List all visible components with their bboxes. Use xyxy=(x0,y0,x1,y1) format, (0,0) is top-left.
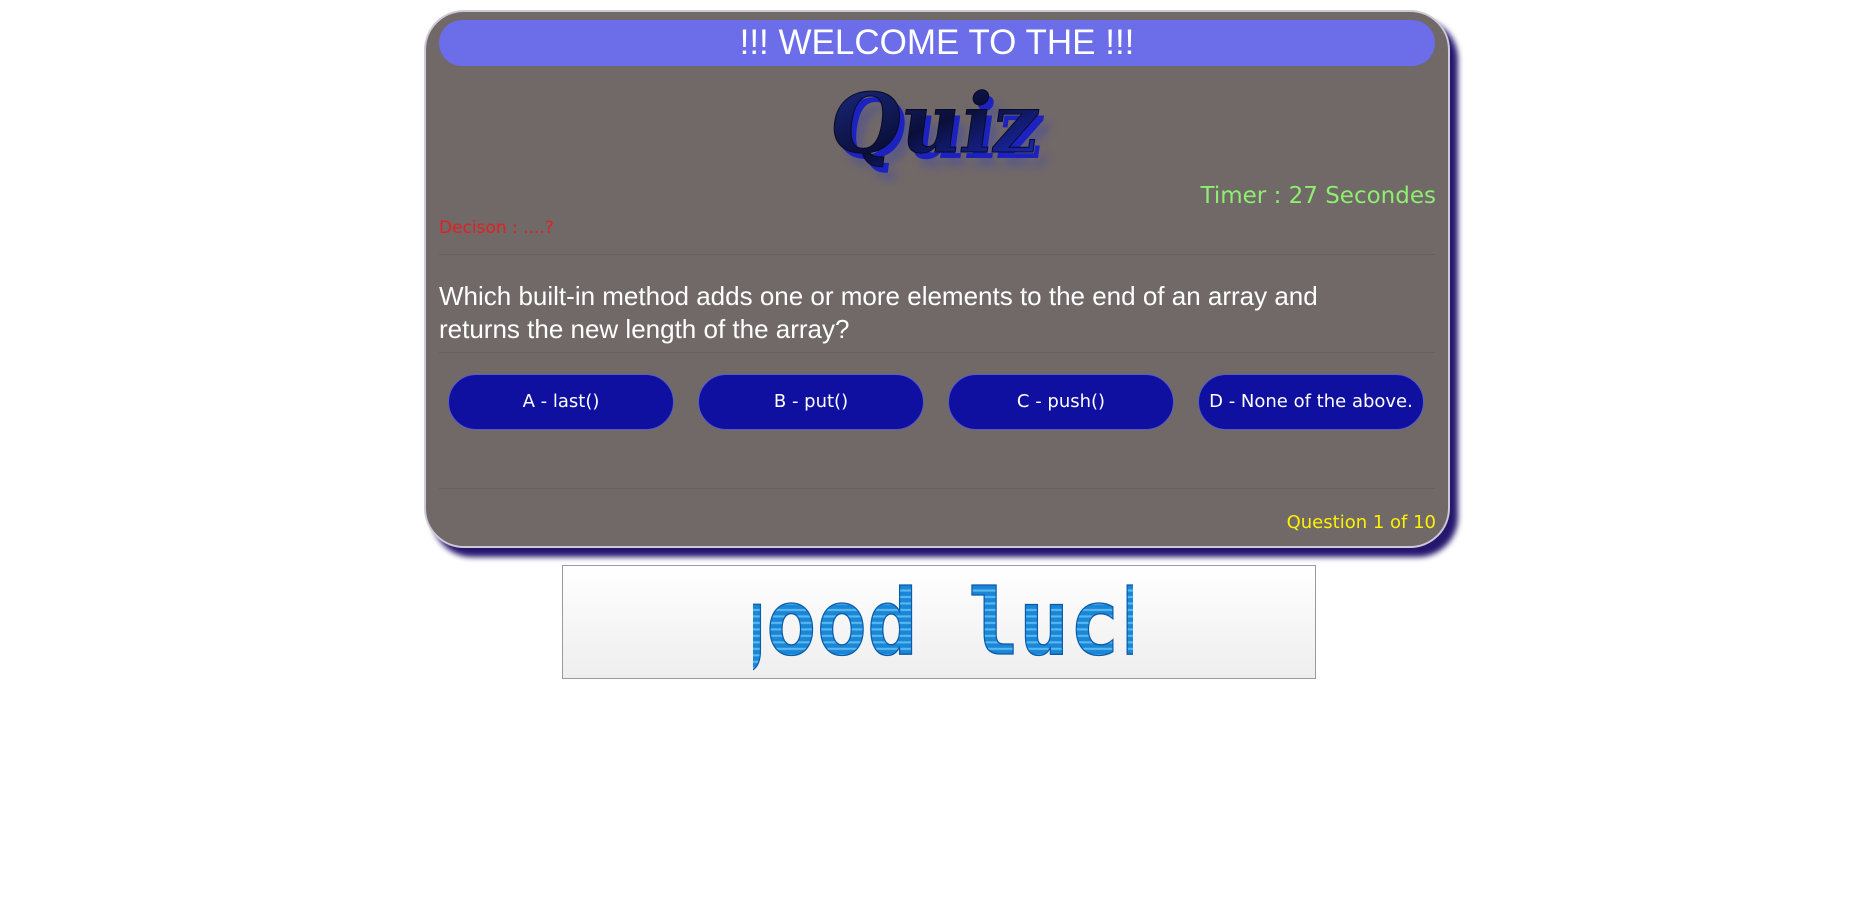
question-text: Which built-in method adds one or more e… xyxy=(439,281,1318,344)
option-d-button[interactable]: D - None of the above. xyxy=(1198,374,1424,430)
quiz-card: !!! WELCOME TO THE !!! Quiz Quiz Quiz Ti… xyxy=(424,10,1450,548)
quiz-logo-face: Quiz xyxy=(824,76,1046,172)
timer-text: Timer : 27 Secondes xyxy=(1200,183,1436,209)
option-a-button[interactable]: A - last() xyxy=(448,374,674,430)
divider-middle xyxy=(439,352,1435,353)
welcome-banner: !!! WELCOME TO THE !!! xyxy=(439,20,1435,66)
answer-options: A - last() B - put() C - push() D - None… xyxy=(448,374,1424,430)
question-counter: Question 1 of 10 xyxy=(1286,512,1436,533)
divider-top xyxy=(439,254,1435,255)
decision-text: Decison : ....? xyxy=(439,218,554,238)
quiz-logo: Quiz Quiz Quiz xyxy=(824,76,1059,186)
option-c-button[interactable]: C - push() xyxy=(948,374,1174,430)
good-luck-banner: good luck xyxy=(562,565,1316,679)
good-luck-text: good luck xyxy=(753,570,1133,676)
good-luck-art: good luck xyxy=(753,570,1133,677)
option-b-button[interactable]: B - put() xyxy=(698,374,924,430)
divider-bottom xyxy=(439,488,1435,489)
